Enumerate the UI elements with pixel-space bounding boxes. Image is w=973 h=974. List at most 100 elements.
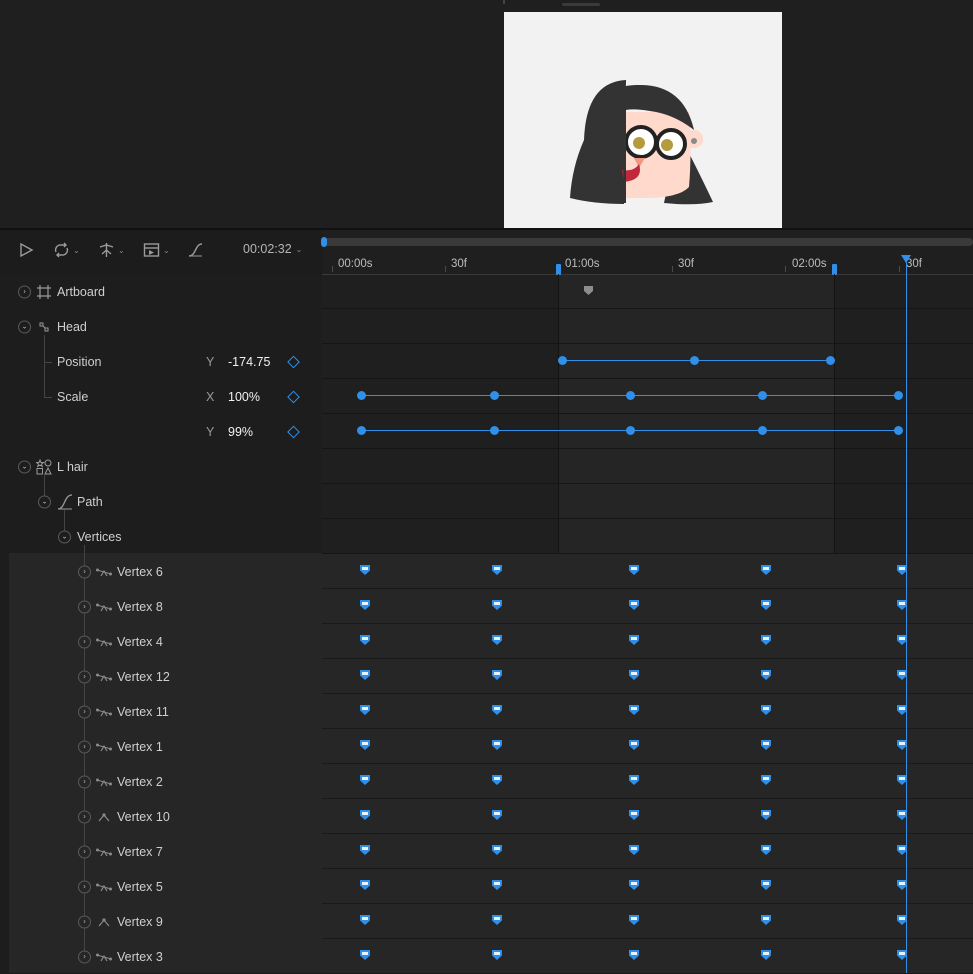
chevron-down-icon[interactable]: ⌄ <box>18 460 31 473</box>
layer-label: Vertex 8 <box>117 599 163 614</box>
layer-row-vertex[interactable]: › Vertex 12 <box>0 659 322 694</box>
keyframe-toggle-icon[interactable] <box>287 355 300 368</box>
timeline-row[interactable] <box>322 449 973 484</box>
chevron-right-icon[interactable]: › <box>78 705 91 718</box>
chevron-right-icon[interactable]: › <box>78 740 91 753</box>
scale-y-value[interactable]: 99% <box>228 425 253 439</box>
view-dropdown[interactable]: ⌄ <box>143 239 170 261</box>
timeline-row[interactable] <box>322 309 973 344</box>
chevron-right-icon[interactable]: › <box>78 950 91 963</box>
easing-button[interactable] <box>187 239 204 261</box>
layer-row-vertex[interactable]: › Vertex 9 <box>0 904 322 939</box>
layer-row-vertex[interactable]: › Vertex 6 <box>0 554 322 589</box>
layer-row-vertex[interactable]: › Vertex 1 <box>0 729 322 764</box>
chevron-right-icon[interactable]: › <box>78 810 91 823</box>
timeline-row-vertex[interactable] <box>322 589 973 624</box>
time-ruler[interactable] <box>322 254 973 275</box>
corner-vertex-icon <box>98 917 110 926</box>
layer-row-vertex[interactable]: › Vertex 11 <box>0 694 322 729</box>
scale-y-keyframe[interactable] <box>356 426 366 435</box>
ruler-tick <box>785 266 786 272</box>
timeline-row-vertex[interactable] <box>322 904 973 939</box>
layer-row-head[interactable]: ⌄ Head <box>0 309 322 344</box>
layer-row-vertex[interactable]: › Vertex 4 <box>0 624 322 659</box>
panel-resize-handle[interactable] <box>562 3 600 6</box>
layer-row-vertex[interactable]: › Vertex 10 <box>0 799 322 834</box>
layer-label: Vertex 11 <box>117 704 169 719</box>
keyframe-toggle-icon[interactable] <box>287 390 300 403</box>
snap-dropdown[interactable]: ⌄ <box>98 239 125 261</box>
property-row-scale-x[interactable]: Scale X 100% <box>0 379 322 414</box>
timeline-row-vertex[interactable] <box>322 659 973 694</box>
playhead-handle[interactable] <box>901 255 911 263</box>
chevron-right-icon[interactable]: › <box>78 600 91 613</box>
layer-row-artboard[interactable]: › Artboard <box>0 274 322 309</box>
playhead-line[interactable] <box>906 260 907 973</box>
timeline-row-vertex[interactable] <box>322 869 973 904</box>
scale-x-value[interactable]: 100% <box>228 390 260 404</box>
scale-y-keyframe[interactable] <box>757 426 767 435</box>
chevron-down-icon[interactable]: ⌄ <box>18 320 31 333</box>
chevron-right-icon[interactable]: › <box>78 775 91 788</box>
timeline-row[interactable] <box>322 274 973 309</box>
timeline-row-vertex[interactable] <box>322 799 973 834</box>
chevron-right-icon[interactable]: › <box>78 845 91 858</box>
play-button[interactable] <box>18 239 34 261</box>
scale-x-keyframe[interactable] <box>893 391 903 400</box>
timeline-row[interactable] <box>322 344 973 379</box>
scale-y-keyframe[interactable] <box>625 426 635 435</box>
timeline-row[interactable] <box>322 519 973 554</box>
timecode-dropdown[interactable]: 00:02:32 ⌄ <box>243 242 302 256</box>
timeline-row[interactable] <box>322 379 973 414</box>
stage-viewport[interactable] <box>0 0 973 228</box>
artboard-icon <box>37 284 51 299</box>
position-y-value[interactable]: -174.75 <box>228 355 270 369</box>
timeline-row-vertex[interactable] <box>322 939 973 974</box>
timeline-row-vertex[interactable] <box>322 764 973 799</box>
corner-vertex-icon <box>98 812 110 821</box>
layer-row-l-hair[interactable]: ⌄ L hair <box>0 449 322 484</box>
position-keyframe[interactable] <box>557 356 567 365</box>
chevron-right-icon[interactable]: › <box>78 565 91 578</box>
keyframe-toggle-icon[interactable] <box>287 425 300 438</box>
scale-x-keyframe[interactable] <box>356 391 366 400</box>
layer-row-path[interactable]: ⌄ Path <box>0 484 322 519</box>
property-row-position[interactable]: Position Y -174.75 <box>0 344 322 379</box>
chevron-down-icon: ⌄ <box>118 245 125 255</box>
property-row-scale-y[interactable]: Y 99% <box>0 414 322 449</box>
scale-x-keyframe[interactable] <box>489 391 499 400</box>
timeline-row[interactable] <box>322 414 973 449</box>
layer-row-vertex[interactable]: › Vertex 2 <box>0 764 322 799</box>
layer-row-vertex[interactable]: › Vertex 8 <box>0 589 322 624</box>
chevron-right-icon[interactable]: › <box>78 880 91 893</box>
scale-y-keyframe[interactable] <box>893 426 903 435</box>
position-keyframe[interactable] <box>689 356 699 365</box>
layer-row-vertex[interactable]: › Vertex 7 <box>0 834 322 869</box>
bezier-vertex-icon <box>96 848 112 856</box>
chevron-right-icon[interactable]: › <box>78 670 91 683</box>
artboard-canvas[interactable] <box>504 12 782 228</box>
loop-dropdown[interactable]: ⌄ <box>53 239 80 261</box>
chevron-down-icon[interactable]: ⌄ <box>58 530 71 543</box>
scale-x-keyframe[interactable] <box>757 391 767 400</box>
timeline-row-vertex[interactable] <box>322 834 973 869</box>
scrollbar-handle[interactable] <box>321 237 327 247</box>
chevron-down-icon[interactable]: ⌄ <box>38 495 51 508</box>
chevron-right-icon[interactable]: › <box>78 915 91 928</box>
timeline-row-vertex[interactable] <box>322 694 973 729</box>
scale-x-keyframe[interactable] <box>625 391 635 400</box>
timeline-row-vertex[interactable] <box>322 554 973 589</box>
timeline-row-vertex[interactable] <box>322 729 973 764</box>
scale-y-keyframe[interactable] <box>489 426 499 435</box>
chevron-right-icon[interactable]: › <box>18 285 31 298</box>
layer-row-vertex[interactable]: › Vertex 5 <box>0 869 322 904</box>
timeline-row-vertex[interactable] <box>322 624 973 659</box>
timeline-scrollbar[interactable] <box>322 238 973 246</box>
layer-row-vertices[interactable]: ⌄ Vertices <box>0 519 322 554</box>
timeline-row[interactable] <box>322 484 973 519</box>
easing-icon <box>188 243 203 257</box>
chevron-right-icon[interactable]: › <box>78 635 91 648</box>
layer-row-vertex[interactable]: › Vertex 3 <box>0 939 322 974</box>
position-keyframe[interactable] <box>825 356 835 365</box>
bezier-vertex-icon <box>96 778 112 786</box>
